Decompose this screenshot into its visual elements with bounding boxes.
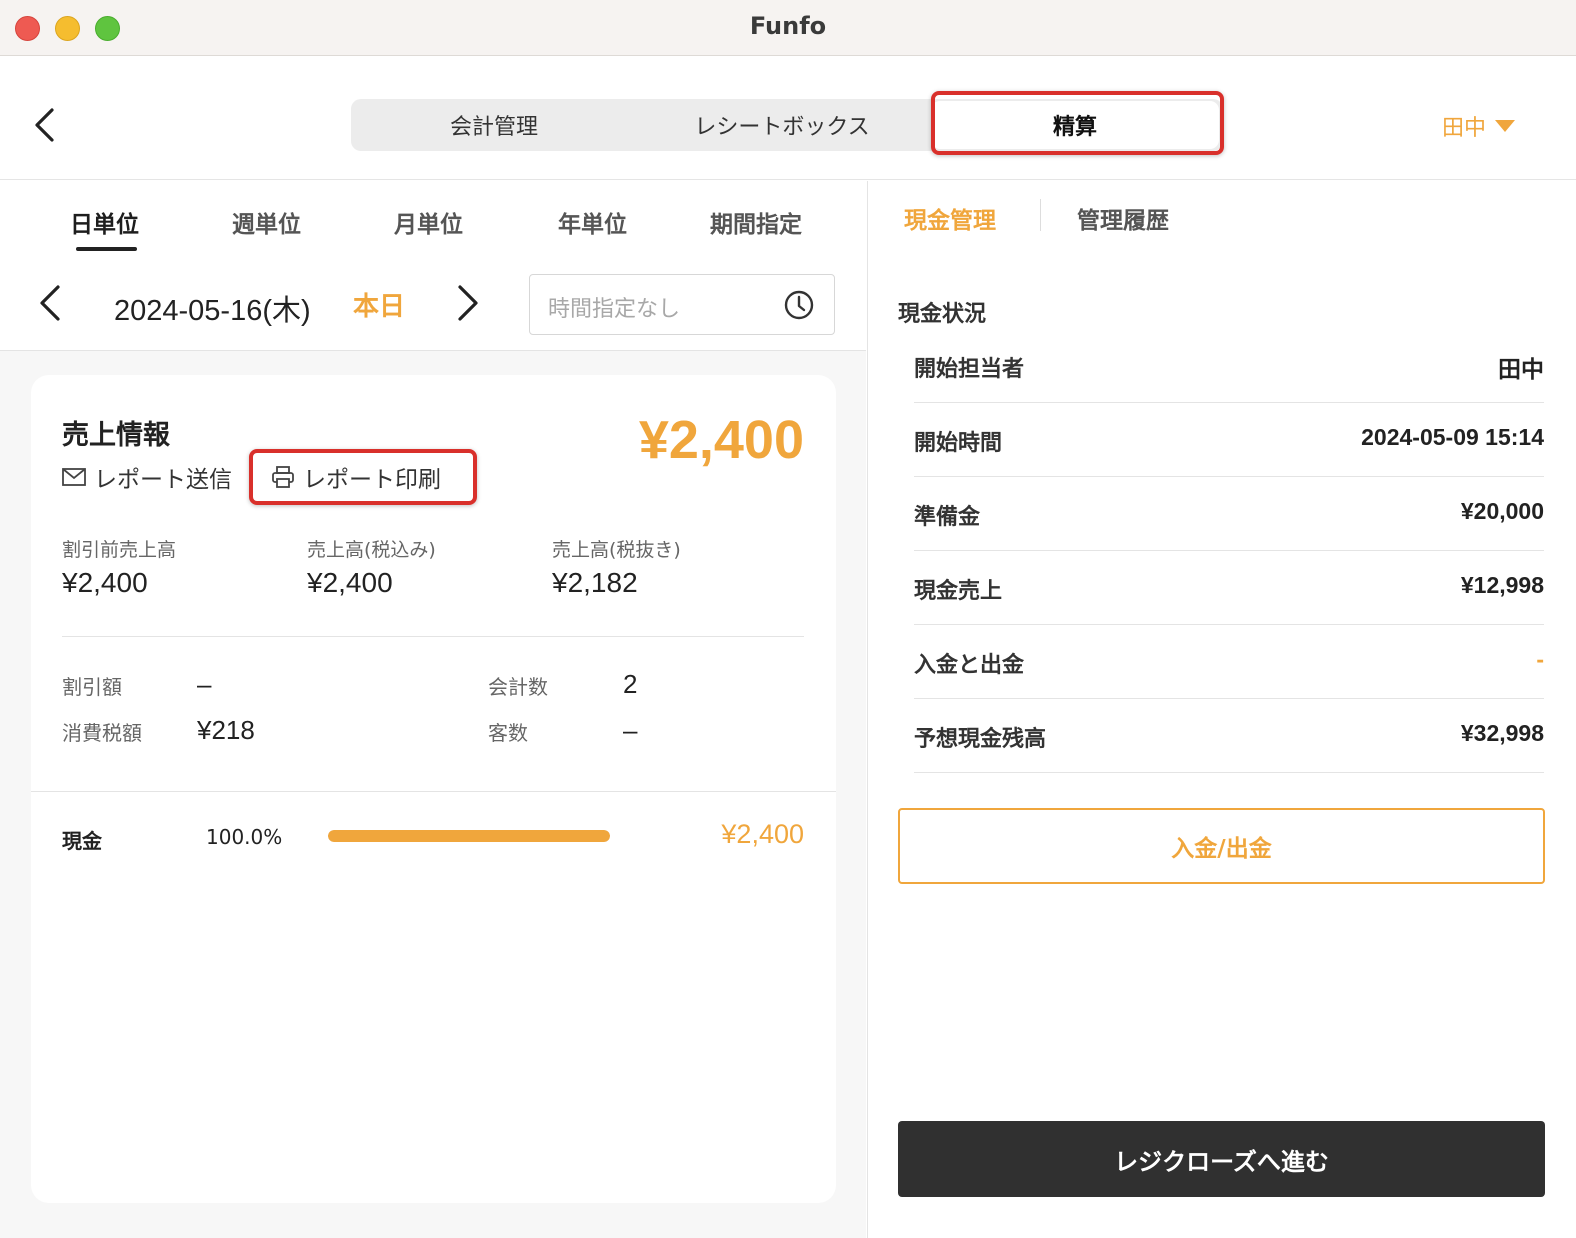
cash-row-value: 2024-05-09 15:14 bbox=[1361, 424, 1544, 450]
payment-method-label: 現金 bbox=[62, 829, 102, 853]
sales-info-title: 売上情報 bbox=[62, 420, 170, 451]
cash-row-start-time: 開始時間 2024-05-09 15:14 bbox=[914, 403, 1544, 477]
cash-row-value: ¥32,998 bbox=[1460, 720, 1544, 746]
current-date: 2024-05-16(木) bbox=[114, 295, 311, 327]
cash-row-value: 田中 bbox=[1498, 356, 1544, 382]
deposit-withdraw-button[interactable]: 入金/出金 bbox=[898, 808, 1545, 884]
send-report-label: レポート送信 bbox=[94, 467, 232, 493]
time-range-picker[interactable]: 時間指定なし bbox=[529, 274, 835, 335]
payment-amount: ¥2,400 bbox=[721, 819, 804, 849]
time-placeholder: 時間指定なし bbox=[548, 297, 681, 322]
discount-value: – bbox=[197, 669, 212, 699]
tax-value: ¥218 bbox=[197, 715, 255, 745]
payment-share-fill bbox=[328, 830, 610, 842]
sales-total: ¥2,400 bbox=[638, 410, 804, 470]
today-badge: 本日 bbox=[353, 292, 406, 322]
period-tab-monthly[interactable]: 月単位 bbox=[394, 205, 463, 239]
tab-management-history[interactable]: 管理履歴 bbox=[1077, 201, 1169, 235]
customers-value: – bbox=[623, 715, 638, 745]
period-tab-yearly[interactable]: 年単位 bbox=[558, 205, 627, 239]
clock-icon bbox=[784, 290, 814, 320]
discount-label: 割引額 bbox=[62, 675, 122, 699]
top-header: 会計管理 レシートボックス 精算 田中 bbox=[0, 57, 1576, 180]
period-tab-custom[interactable]: 期間指定 bbox=[710, 205, 802, 239]
previous-date-button[interactable] bbox=[34, 283, 64, 323]
title-bar: Funfo bbox=[0, 0, 1576, 56]
cash-row-starter: 開始担当者 田中 bbox=[914, 329, 1544, 403]
chevron-right-icon bbox=[458, 285, 478, 321]
metric-value: ¥2,400 bbox=[62, 567, 148, 598]
caret-down-icon bbox=[1495, 120, 1516, 132]
tab-receipt-box[interactable]: レシートボックス bbox=[637, 99, 927, 151]
cash-row-label: 入金と出金 bbox=[914, 653, 1025, 678]
metric-value: ¥2,182 bbox=[552, 567, 638, 598]
cash-row-label: 現金売上 bbox=[914, 579, 1003, 604]
window-title: Funfo bbox=[749, 12, 827, 40]
send-report-link[interactable]: レポート送信 bbox=[62, 460, 232, 494]
cash-row-label: 準備金 bbox=[914, 505, 981, 530]
period-tab-daily[interactable]: 日単位 bbox=[70, 205, 139, 239]
transaction-count-label: 会計数 bbox=[488, 675, 548, 699]
metric-value: ¥2,400 bbox=[307, 567, 393, 598]
cash-row-value: ¥12,998 bbox=[1460, 572, 1544, 598]
mail-icon bbox=[62, 468, 86, 486]
metric-label: 売上高(税込み) bbox=[307, 539, 436, 561]
cash-status-title: 現金状況 bbox=[898, 302, 987, 327]
cash-row-expected-balance: 予想現金残高 ¥32,998 bbox=[914, 699, 1544, 773]
back-button[interactable] bbox=[26, 105, 62, 145]
next-date-button[interactable] bbox=[454, 283, 484, 323]
highlight-settlement-tab bbox=[931, 91, 1224, 155]
metric-label: 売上高(税抜き) bbox=[552, 539, 681, 561]
tab-separator bbox=[1040, 199, 1041, 231]
chevron-left-icon bbox=[40, 285, 60, 321]
transaction-count-value: 2 bbox=[623, 669, 638, 699]
customers-label: 客数 bbox=[488, 721, 528, 745]
user-menu[interactable]: 田中 bbox=[1442, 111, 1516, 141]
cash-row-label: 開始時間 bbox=[914, 431, 1003, 456]
divider bbox=[62, 636, 804, 637]
active-tab-indicator bbox=[76, 247, 137, 251]
period-controls: 日単位 週単位 月単位 年単位 期間指定 2024-05-16(木) 本日 時間… bbox=[0, 181, 866, 351]
sales-pane: 日単位 週単位 月単位 年単位 期間指定 2024-05-16(木) 本日 時間… bbox=[0, 181, 866, 1238]
cash-row-in-out: 入金と出金 - bbox=[914, 625, 1544, 699]
chevron-left-icon bbox=[35, 108, 54, 142]
period-tab-weekly[interactable]: 週単位 bbox=[232, 205, 301, 239]
cash-row-value: - bbox=[1536, 646, 1544, 672]
divider bbox=[31, 791, 836, 792]
highlight-print-report bbox=[249, 449, 477, 505]
cash-pane: 現金管理 管理履歴 現金状況 開始担当者 田中 開始時間 2024-05-09 … bbox=[867, 181, 1576, 1238]
user-name: 田中 bbox=[1442, 116, 1487, 141]
tab-accounting[interactable]: 会計管理 bbox=[351, 99, 637, 151]
cash-row-float: 準備金 ¥20,000 bbox=[914, 477, 1544, 551]
register-close-button[interactable]: レジクローズへ進む bbox=[898, 1121, 1545, 1197]
payment-percent: 100.0% bbox=[206, 825, 283, 849]
metric-label: 割引前売上高 bbox=[62, 539, 177, 561]
tax-label: 消費税額 bbox=[62, 721, 142, 745]
cash-row-value: ¥20,000 bbox=[1460, 498, 1544, 524]
payment-share-bar bbox=[328, 830, 610, 842]
cash-row-label: 開始担当者 bbox=[914, 357, 1025, 382]
tab-cash-management[interactable]: 現金管理 bbox=[904, 201, 996, 235]
cash-row-cash-sales: 現金売上 ¥12,998 bbox=[914, 551, 1544, 625]
cash-row-label: 予想現金残高 bbox=[914, 727, 1047, 752]
